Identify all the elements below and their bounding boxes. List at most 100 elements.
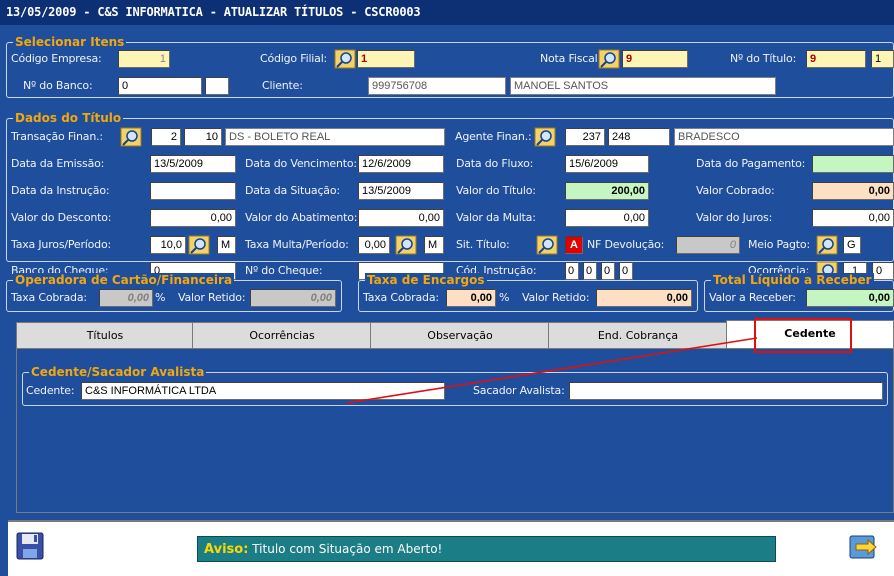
enc-taxa-label: Taxa Cobrada: <box>363 291 439 304</box>
taxa-juros-field[interactable]: 10,0 <box>150 236 186 254</box>
taxa-juros-label: Taxa Juros/Período: <box>11 238 111 251</box>
save-icon[interactable] <box>14 530 48 564</box>
transacao-desc-field: DS - BOLETO REAL <box>225 128 445 146</box>
data-situacao-label: Data da Situação: <box>245 184 340 197</box>
transacao-b-field[interactable]: 10 <box>184 128 222 146</box>
codigo-empresa-field[interactable]: 1 <box>118 50 170 68</box>
data-emissao-field[interactable]: 13/5/2009 <box>150 155 236 173</box>
group-title: Operadora de Cartão/Financeira <box>13 273 235 287</box>
cedente-field[interactable]: C&S INFORMÁTICA LTDA <box>81 382 445 400</box>
data-pagamento-label: Data do Pagamento: <box>696 157 806 170</box>
window-title: 13/05/2009 - C&S INFORMATICA - ATUALIZAR… <box>0 0 894 25</box>
tab-cedente[interactable]: Cedente <box>726 320 894 348</box>
enc-retido-field[interactable]: 0,00 <box>596 289 692 307</box>
transacao-a-field[interactable]: 2 <box>151 128 181 146</box>
valor-abatimento-field[interactable]: 0,00 <box>358 209 444 227</box>
search-icon[interactable] <box>120 127 142 147</box>
total-valor-field[interactable]: 0,00 <box>806 289 894 307</box>
data-emissao-label: Data da Emissão: <box>11 157 105 170</box>
sacador-field[interactable] <box>569 382 883 400</box>
search-icon[interactable] <box>334 49 356 69</box>
numero-cheque-label: Nº do Cheque: <box>245 264 323 277</box>
search-icon[interactable] <box>188 235 210 255</box>
valor-juros-label: Valor do Juros: <box>696 211 773 224</box>
codigo-filial-label: Código Filial: <box>260 52 328 65</box>
group-title: Dados do Título <box>13 111 124 125</box>
group-title: Total Líquido a Receber <box>711 273 874 287</box>
status-key: Aviso: <box>204 542 249 557</box>
valor-multa-label: Valor da Multa: <box>456 211 536 224</box>
tab-titulos[interactable]: Títulos <box>16 322 194 348</box>
enc-taxa-field[interactable]: 0,00 <box>446 289 496 307</box>
numero-titulo-seq-field[interactable]: 1 <box>871 50 894 68</box>
search-icon[interactable] <box>536 235 558 255</box>
valor-multa-field[interactable]: 0,00 <box>565 209 649 227</box>
numero-banco-field[interactable]: 0 <box>118 77 202 95</box>
group-title: Selecionar Itens <box>13 35 127 49</box>
nf-devolucao-label: NF Devolução: <box>587 238 665 251</box>
cod-instrucao-field-2[interactable]: 0 <box>583 262 597 280</box>
nota-fiscal-field[interactable]: 9 <box>622 50 688 68</box>
cod-instrucao-field-3[interactable]: 0 <box>601 262 615 280</box>
codigo-filial-field[interactable]: 1 <box>357 50 415 68</box>
numero-titulo-field[interactable]: 9 <box>806 50 866 68</box>
tab-observacao[interactable]: Observação <box>370 322 550 348</box>
agente-label: Agente Finan.: <box>455 130 532 143</box>
search-icon[interactable] <box>598 49 620 69</box>
tab-ocorrencias[interactable]: Ocorrências <box>192 322 372 348</box>
search-icon[interactable] <box>395 235 417 255</box>
valor-juros-field[interactable]: 0,00 <box>812 209 894 227</box>
numero-banco-label: Nº do Banco: <box>23 79 93 92</box>
search-icon[interactable] <box>534 127 556 147</box>
meio-pagto-field[interactable]: G <box>843 236 861 254</box>
op-taxa-field: 0,00 <box>99 289 153 307</box>
nf-devolucao-field: 0 <box>676 236 740 254</box>
cliente-code-field: 999756708 <box>368 77 506 95</box>
taxa-multa-periodo-field[interactable]: M <box>424 236 444 254</box>
numero-banco-aux-field[interactable] <box>205 77 229 95</box>
valor-desconto-field[interactable]: 0,00 <box>150 209 236 227</box>
nota-fiscal-label: Nota Fiscal: <box>540 52 601 65</box>
agente-a-field[interactable]: 237 <box>565 128 605 146</box>
data-fluxo-label: Data do Fluxo: <box>456 157 534 170</box>
taxa-multa-field[interactable]: 0,00 <box>358 236 390 254</box>
total-valor-label: Valor a Receber: <box>709 291 796 304</box>
search-icon[interactable] <box>816 235 838 255</box>
transacao-label: Transação Finan.: <box>11 130 103 143</box>
data-pagamento-field[interactable] <box>812 155 894 173</box>
tab-bar: Títulos Ocorrências Observação End. Cobr… <box>16 320 894 348</box>
agente-b-field[interactable]: 248 <box>608 128 670 146</box>
application-window: 13/05/2009 - C&S INFORMATICA - ATUALIZAR… <box>0 0 894 576</box>
tab-end-cobranca[interactable]: End. Cobrança <box>548 322 728 348</box>
numero-titulo-label: Nº do Título: <box>730 52 797 65</box>
op-taxa-label: Taxa Cobrada: <box>11 291 87 304</box>
enc-pct-label: % <box>499 291 510 304</box>
codigo-empresa-label: Código Empresa: <box>11 52 102 65</box>
cliente-name-field: MANOEL SANTOS <box>510 77 776 95</box>
sit-titulo-label: Sit. Título: <box>456 238 510 251</box>
cliente-label: Cliente: <box>262 79 303 92</box>
cod-instrucao-field-1[interactable]: 0 <box>565 262 579 280</box>
valor-cobrado-field[interactable]: 0,00 <box>812 182 894 200</box>
exit-icon[interactable] <box>846 530 880 564</box>
data-situacao-field[interactable]: 13/5/2009 <box>358 182 444 200</box>
data-instrucao-field[interactable] <box>150 182 236 200</box>
data-fluxo-field[interactable]: 15/6/2009 <box>565 155 649 173</box>
enc-retido-label: Valor Retido: <box>522 291 590 304</box>
taxa-juros-periodo-field[interactable]: M <box>217 236 236 254</box>
taxa-multa-label: Taxa Multa/Período: <box>245 238 349 251</box>
data-vencimento-field[interactable]: 12/6/2009 <box>358 155 444 173</box>
sit-titulo-field[interactable]: A <box>565 236 583 254</box>
op-retido-field: 0,00 <box>250 289 336 307</box>
op-retido-label: Valor Retido: <box>178 291 246 304</box>
valor-cobrado-label: Valor Cobrado: <box>696 184 775 197</box>
agente-desc-field: BRADESCO <box>674 128 894 146</box>
ocorrencia-b-field[interactable]: 0 <box>872 262 894 280</box>
valor-desconto-label: Valor do Desconto: <box>11 211 112 224</box>
cod-instrucao-field-4[interactable]: 0 <box>619 262 633 280</box>
meio-pagto-label: Meio Pagto: <box>748 238 810 251</box>
group-title: Cedente/Sacador Avalista <box>29 365 207 379</box>
valor-titulo-field[interactable]: 200,00 <box>565 182 649 200</box>
data-instrucao-label: Data da Instrução: <box>11 184 110 197</box>
op-pct-label: % <box>155 291 166 304</box>
